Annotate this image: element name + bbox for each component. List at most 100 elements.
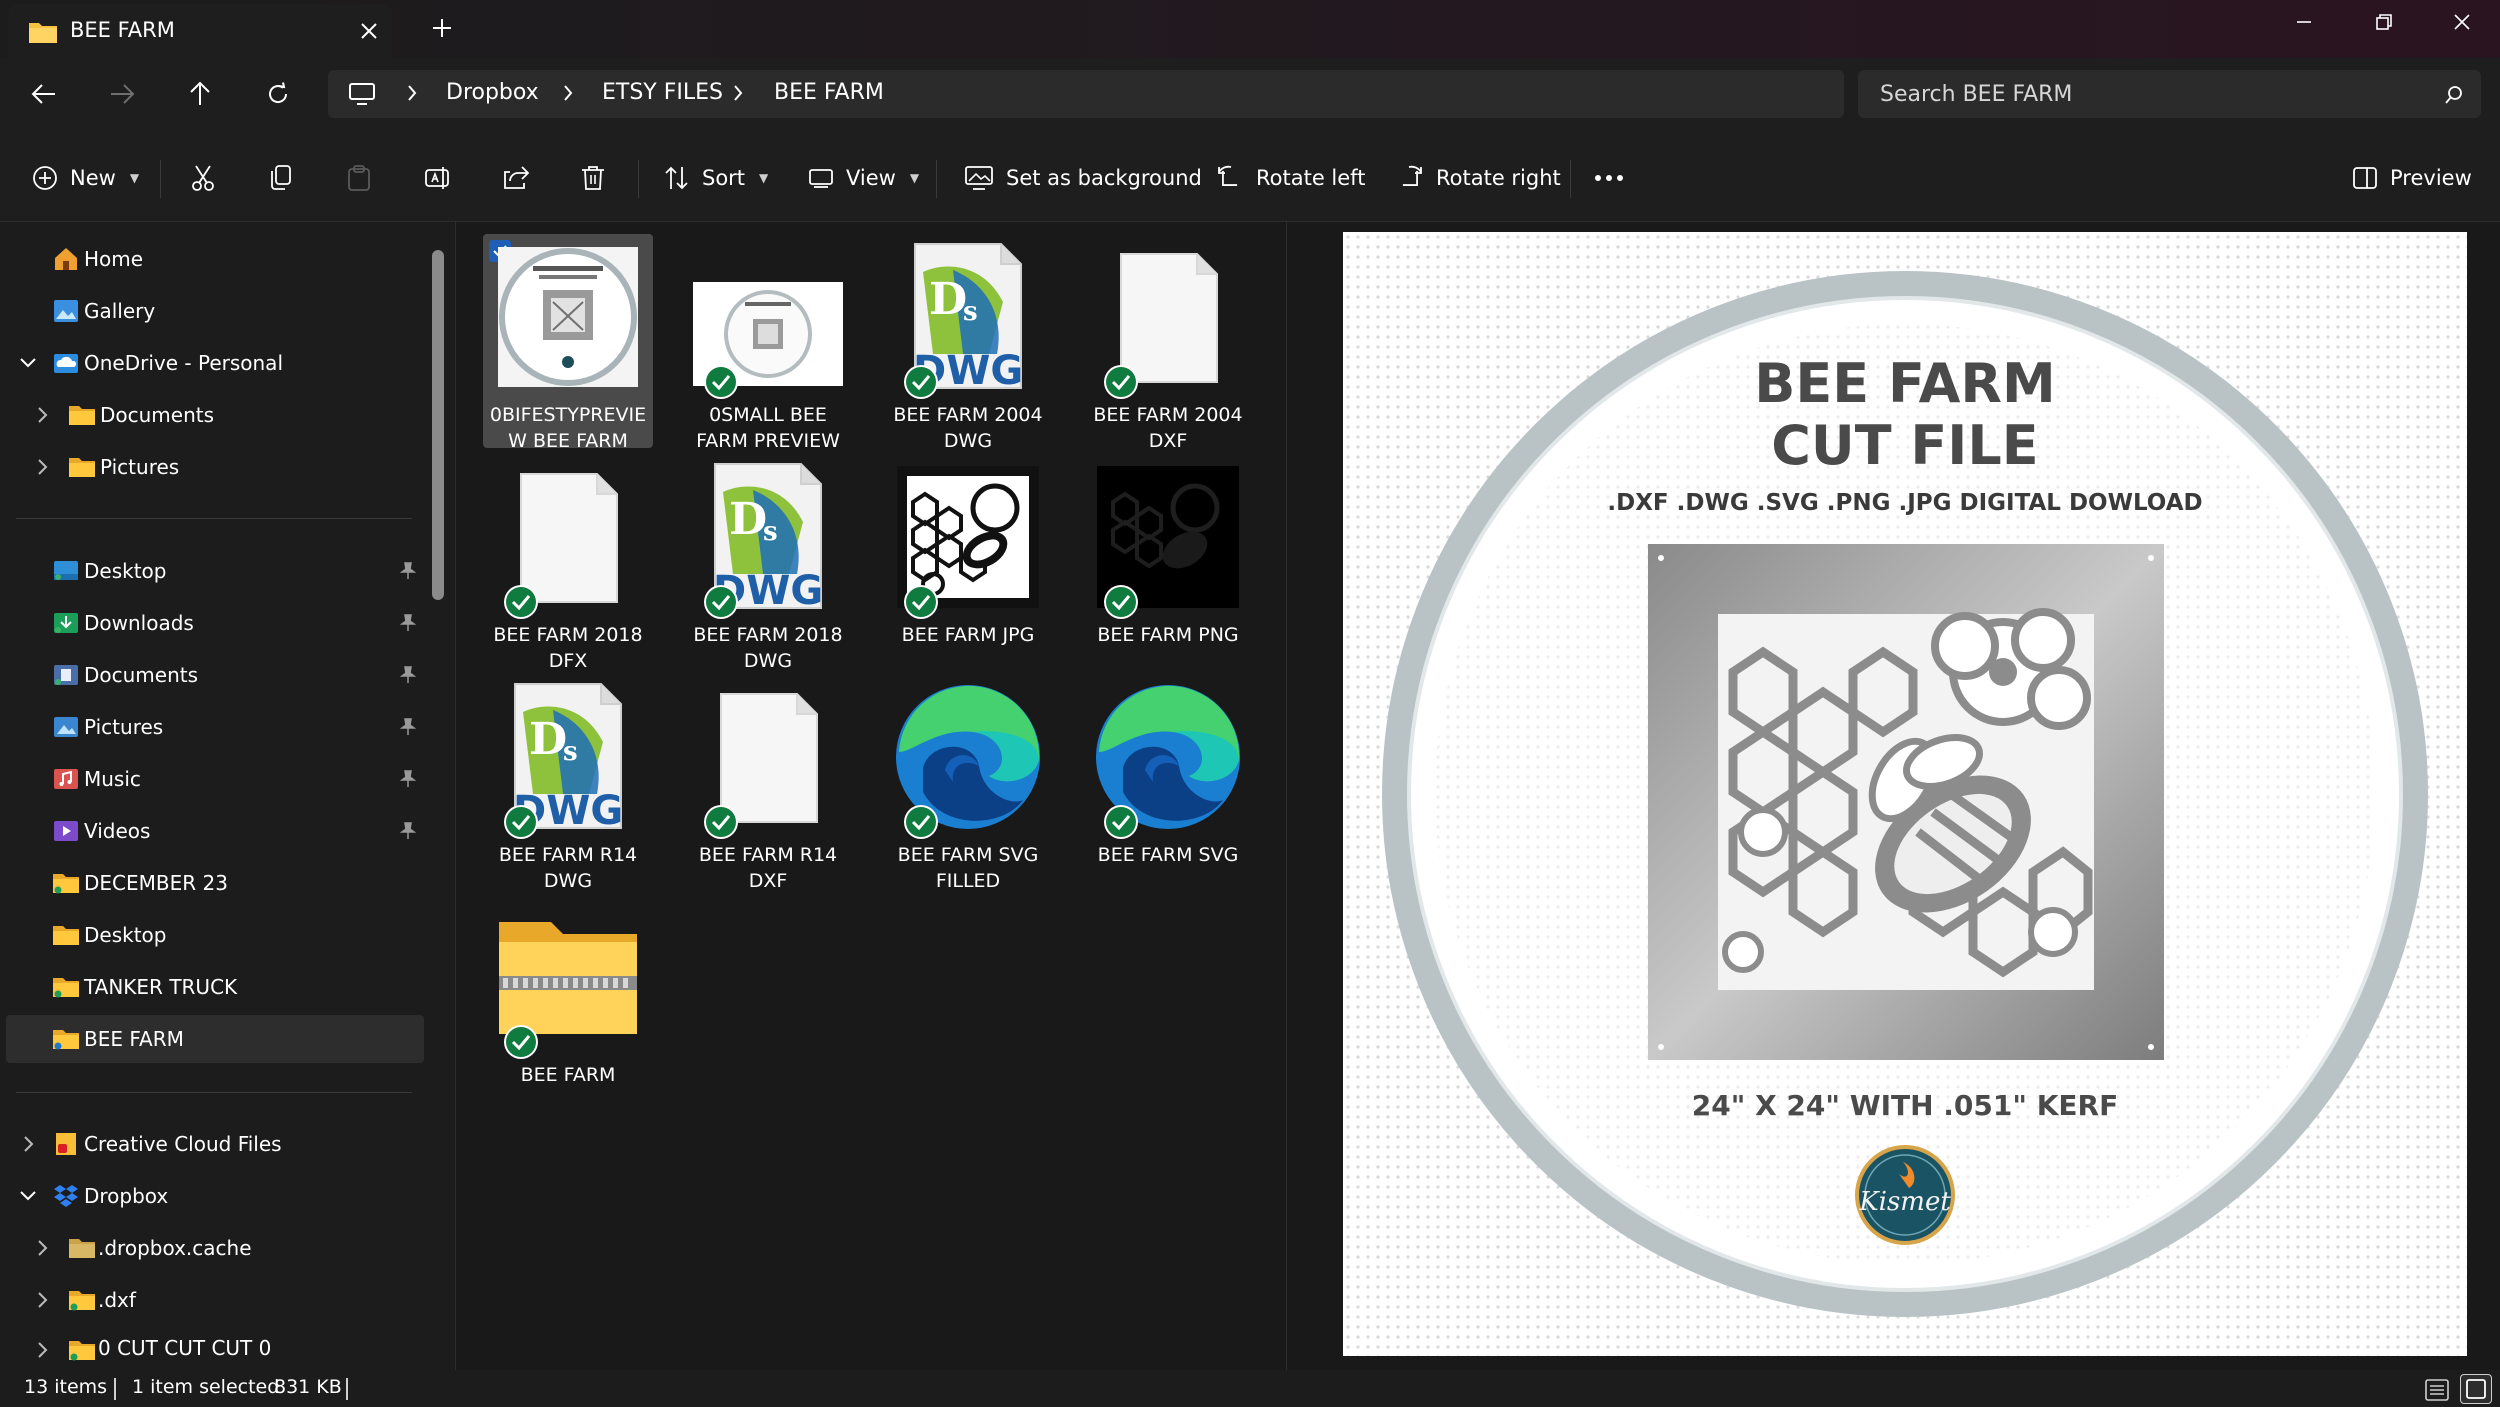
pin-icon[interactable] [398,613,418,633]
delete-button[interactable] [580,156,606,200]
svg-text:D: D [729,494,767,545]
sidebar-item-creative-cloud[interactable]: Creative Cloud Files [0,1120,440,1168]
file-item-bee-farm-2018-dfx[interactable]: BEE FARM 2018 DFX [483,454,653,672]
search-icon[interactable] [2444,85,2464,105]
refresh-button[interactable] [248,64,308,124]
sidebar-scrollbar[interactable] [432,250,444,600]
chevron-down-icon: ▼ [759,171,769,185]
file-item-bee-farm-r14-dxf[interactable]: BEE FARM R14 DXF [683,674,853,892]
sidebar-item-onedrive[interactable]: OneDrive - Personal [0,339,440,387]
image-thumbnail [498,247,638,387]
forward-button[interactable] [92,64,152,124]
file-item-bee-farm-zip[interactable]: BEE FARM [483,894,653,1108]
copy-button[interactable] [268,156,294,200]
sidebar-item-gallery[interactable]: Gallery [0,287,440,335]
chevron-right-icon[interactable] [32,1290,52,1310]
folder-icon [53,1030,79,1050]
sidebar-item-documents[interactable]: Documents [0,651,440,699]
pin-icon[interactable] [398,717,418,737]
sidebar-item-dropbox-cache[interactable]: .dropbox.cache [0,1224,440,1272]
rename-button[interactable] [424,156,452,200]
close-window-button[interactable] [2424,0,2500,44]
file-name: BEE FARM PNG [1097,624,1239,646]
paste-button[interactable] [346,156,372,200]
tiles-view-button[interactable] [2460,1374,2492,1404]
preview-toggle-button[interactable]: Preview [2352,156,2472,200]
address-bar[interactable]: Dropbox ETSY FILES BEE FARM [328,70,1844,118]
preview-title-line2: CUT FILE [1771,414,2038,477]
breadcrumb-dropbox[interactable]: Dropbox [446,80,539,105]
chevron-right-icon[interactable] [32,1238,52,1258]
minimize-button[interactable] [2266,0,2342,44]
chevron-down-icon[interactable] [18,353,38,373]
sidebar-item-tanker-truck[interactable]: TANKER TRUCK [0,963,440,1011]
chevron-right-icon [734,85,743,101]
pin-icon[interactable] [398,665,418,685]
sidebar-item-downloads[interactable]: Downloads [0,599,440,647]
rotate-left-button[interactable]: Rotate left [1216,156,1365,200]
sidebar-item-december-23[interactable]: DECEMBER 23 [0,859,440,907]
details-view-icon[interactable] [2424,1378,2450,1402]
file-item-bee-farm-png[interactable]: BEE FARM PNG [1083,454,1253,668]
sort-icon [665,166,688,190]
file-item-bee-farm-2018-dwg[interactable]: D s DWG BEE FARM 2018 DWG [683,454,853,672]
file-item-bee-farm-svg[interactable]: BEE FARM SVG [1083,674,1253,888]
copy-icon [271,165,291,190]
sidebar-item-desktop[interactable]: Desktop [0,547,440,595]
restore-button[interactable] [2346,0,2422,44]
sidebar-item-home[interactable]: Home [0,235,440,283]
chevron-down-icon[interactable] [18,1186,38,1206]
breadcrumb-bee-farm[interactable]: BEE FARM [774,80,884,105]
file-item-bee-farm-svg-filled[interactable]: BEE FARM SVG FILLED [883,674,1053,892]
downloads-icon [54,613,78,633]
file-item-bee-farm-r14-dwg[interactable]: D s DWG BEE FARM R14 DWG [483,674,653,892]
new-tab-icon[interactable] [432,18,452,38]
sidebar-item-onedrive-documents[interactable]: Documents [0,391,440,439]
cut-button[interactable] [190,156,216,200]
view-button[interactable]: View ▼ [808,156,919,200]
breadcrumb-etsy-files[interactable]: ETSY FILES [602,80,723,105]
chevron-right-icon[interactable] [18,1134,38,1154]
set-as-background-button[interactable]: Set as background [964,156,1202,200]
pin-icon[interactable] [398,561,418,581]
file-name: 0SMALL BEE FARM PREVIEW [696,404,840,452]
file-item-0bifestypreview[interactable]: 0BIFESTYPREVIEW BEE FARM [483,234,653,452]
synced-check-icon [504,805,538,839]
close-tab-icon[interactable] [360,22,378,40]
file-item-bee-farm-2004-dxf[interactable]: BEE FARM 2004 DXF [1083,234,1253,452]
sidebar-item-dropbox[interactable]: Dropbox [0,1172,440,1220]
status-divider [346,1378,348,1400]
file-item-bee-farm-2004-dwg[interactable]: D s DWG BEE FARM 2004 DWG [883,234,1053,452]
new-button[interactable]: New ▼ [32,156,139,200]
sidebar-item-onedrive-pictures[interactable]: Pictures [0,443,440,491]
chevron-right-icon[interactable] [32,405,52,425]
pin-icon[interactable] [398,821,418,841]
synced-check-icon [904,585,938,619]
svg-text:s: s [763,517,778,547]
pin-icon[interactable] [398,769,418,789]
sort-button[interactable]: Sort ▼ [664,156,768,200]
file-item-0small-bee-farm-preview[interactable]: 0SMALL BEE FARM PREVIEW [683,234,853,452]
desktop-icon [54,561,78,580]
preview-image: BEE FARM CUT FILE .DXF .DWG .SVG .PNG .J… [1343,232,2467,1356]
sidebar-item-desktop-folder[interactable]: Desktop [0,911,440,959]
sidebar-item-0-cut-cut-cut-0[interactable]: 0 CUT CUT CUT 0 [0,1328,440,1368]
file-item-bee-farm-jpg[interactable]: BEE FARM JPG [883,454,1053,668]
back-button[interactable] [14,64,74,124]
preview-label: Preview [2390,166,2472,190]
sidebar-item-videos[interactable]: Videos [0,807,440,855]
sidebar-item-dxf[interactable]: .dxf [0,1276,440,1324]
rotate-right-button[interactable]: Rotate right [1396,156,1561,200]
more-options-button[interactable] [1594,156,1624,200]
documents-icon [54,665,78,685]
up-button[interactable] [170,64,230,124]
search-input[interactable] [1880,78,2420,110]
sidebar-item-pictures[interactable]: Pictures [0,703,440,751]
window-tab[interactable]: BEE FARM [8,4,392,58]
sidebar-item-music[interactable]: Music [0,755,440,803]
chevron-right-icon[interactable] [32,457,52,477]
sidebar-item-bee-farm[interactable]: BEE FARM [6,1015,424,1063]
search-box[interactable] [1858,70,2481,118]
chevron-right-icon[interactable] [32,1340,52,1360]
share-button[interactable] [502,156,530,200]
